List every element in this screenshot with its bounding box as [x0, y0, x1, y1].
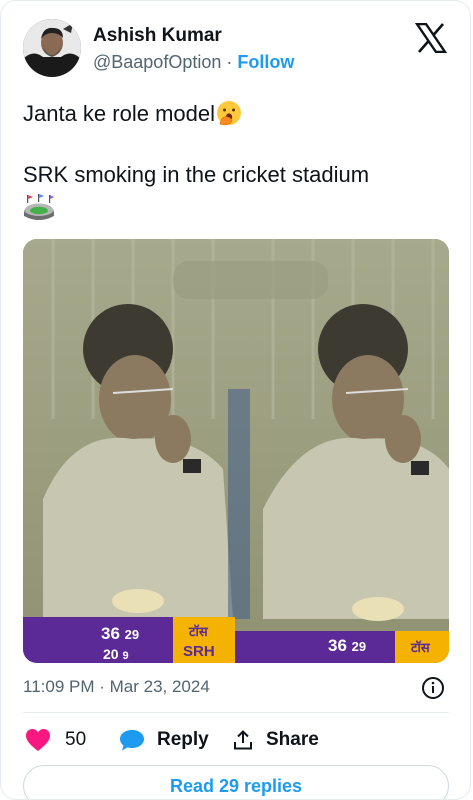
read-replies-button[interactable]: Read 29 replies [23, 765, 449, 799]
author-name[interactable]: Ashish Kumar [93, 25, 222, 47]
info-icon[interactable] [421, 676, 445, 700]
divider [23, 712, 449, 713]
reply-bubble-icon [120, 730, 144, 751]
share-label: Share [266, 729, 319, 750]
follow-button[interactable]: Follow [237, 52, 294, 72]
score-1-runs: 36 [101, 624, 120, 643]
reply-label: Reply [157, 729, 209, 750]
author-handle[interactable]: @BaapofOption [93, 52, 221, 72]
tweet-media-image[interactable]: 36 29 20 9 टॉस SRH 36 29 टॉस [23, 239, 449, 663]
score-1-row2-runs: 20 [103, 646, 119, 662]
tweet-timestamp[interactable]: 11:09 PM · Mar 23, 2024 [23, 677, 210, 697]
face-hand-over-mouth-icon [217, 101, 241, 126]
tweet-card: Ashish Kumar @BaapofOption · Follow Jant… [0, 0, 471, 800]
share-icon [234, 730, 252, 750]
score-2-runs: 36 [328, 636, 347, 655]
stadium-icon [24, 194, 54, 220]
handle-separator: · [221, 52, 238, 72]
team-label-1: SRH [183, 643, 215, 660]
tweet-text-line-1: Janta ke role model [23, 100, 242, 128]
reply-button[interactable]: Reply [119, 728, 209, 752]
author-avatar[interactable] [23, 19, 81, 77]
x-logo-icon[interactable] [415, 23, 447, 53]
share-button[interactable]: Share [232, 728, 319, 752]
heart-icon [26, 729, 50, 751]
score-1-overs: 29 [124, 627, 140, 642]
tweet-text-line-2: SRK smoking in the cricket stadium [23, 162, 370, 187]
score-2-overs: 29 [351, 639, 367, 654]
like-button[interactable]: 50 [25, 728, 86, 752]
toss-label-1: टॉस [189, 624, 208, 639]
tweet-line-1-text: Janta ke role model [23, 101, 215, 126]
score-panel-2: 36 29 [328, 636, 366, 656]
meta-separator: · [94, 677, 110, 696]
tweet-date: Mar 23, 2024 [109, 677, 210, 696]
tweet-time: 11:09 PM [23, 677, 95, 696]
score-panel-1: 36 29 [101, 624, 139, 644]
like-count: 50 [65, 729, 87, 750]
author-handle-row: @BaapofOption · Follow [93, 52, 294, 73]
score-panel-1-row2: 20 9 [103, 646, 129, 662]
toss-label-2: टॉस [411, 640, 430, 655]
score-1-row2-overs: 9 [122, 650, 129, 662]
